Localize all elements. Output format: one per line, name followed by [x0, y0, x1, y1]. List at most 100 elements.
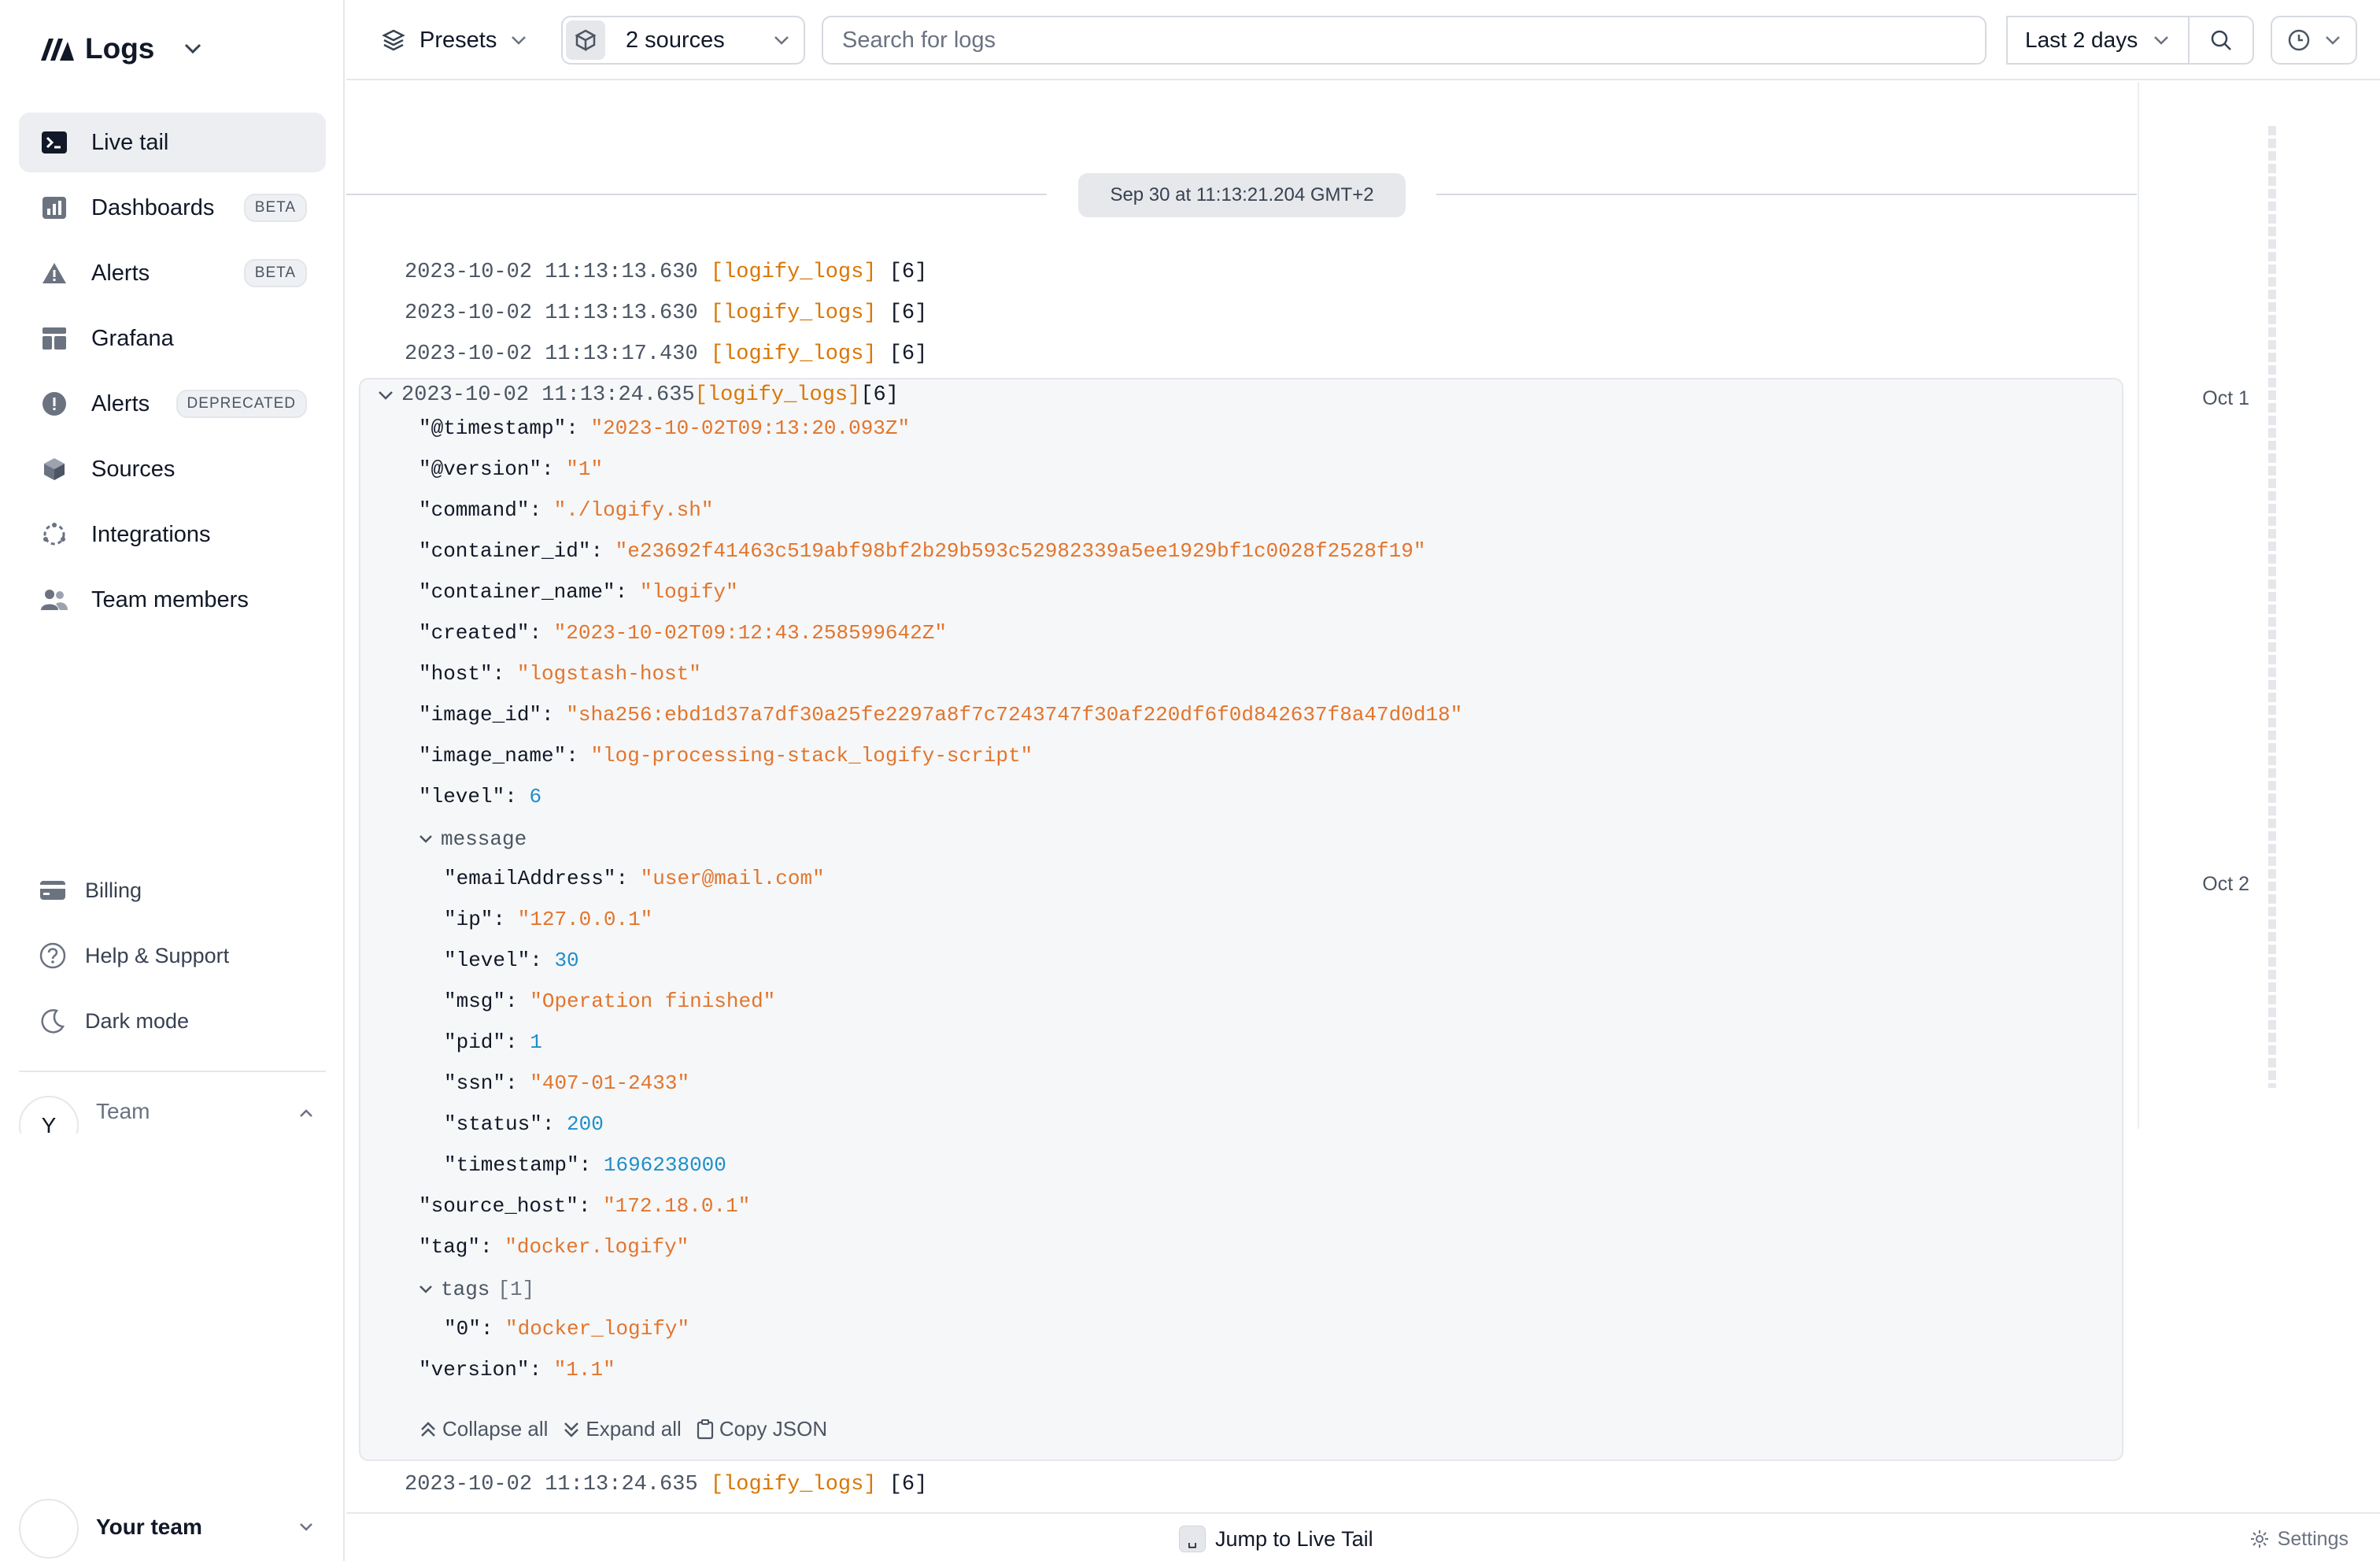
chevron-down-icon [419, 1285, 432, 1293]
nav-item-billing[interactable]: Billing [19, 860, 326, 920]
clipboard-icon [697, 1419, 713, 1439]
your-team-switcher[interactable]: Your team [19, 1496, 326, 1559]
json-field[interactable]: "ssn": "407-01-2433" [444, 1067, 689, 1099]
json-key: "@timestamp" [419, 416, 567, 440]
jump-label: Jump to Live Tail [1215, 1526, 1373, 1551]
json-field[interactable]: "emailAddress": "user@mail.com" [444, 863, 825, 894]
json-key: "version" [419, 1358, 530, 1382]
json-key: "created" [419, 621, 530, 645]
bar-chart-icon [39, 193, 69, 223]
json-field[interactable]: "host": "logstash-host" [419, 658, 701, 690]
nav-label: Dashboards [91, 194, 215, 220]
nav-item-help[interactable]: Help & Support [19, 926, 326, 986]
nav-item-sources[interactable]: Sources [19, 439, 326, 499]
beta-badge: BETA [243, 259, 307, 287]
clock-icon [2288, 29, 2310, 51]
json-field[interactable]: "level": 6 [419, 781, 541, 812]
dark-mode-toggle[interactable]: Dark mode [19, 991, 326, 1051]
expanded-log-header[interactable]: 2023-10-02 11:13:24.635 [logify_logs] [6… [378, 379, 899, 411]
team-label: Team [96, 1099, 150, 1123]
nav-label: Help & Support [85, 943, 230, 967]
json-field[interactable]: "timestamp": 1696238000 [444, 1149, 726, 1181]
timeline-gutter: Oct 1 Oct 2 [2138, 82, 2380, 1129]
brand-name: Logs [85, 32, 155, 65]
json-value: "docker.logify" [504, 1235, 689, 1259]
chevron-down-icon [419, 835, 432, 843]
nav-item-team-members[interactable]: Team members [19, 570, 326, 630]
json-key: "image_id" [419, 703, 542, 727]
sidebar: Logs Live tail Dashboards BETA Alerts BE… [0, 0, 345, 1561]
log-line[interactable]: 2023-10-02 11:13:17.430 [logify_logs] [6… [405, 338, 927, 370]
json-field[interactable]: "created": "2023-10-02T09:12:43.25859964… [419, 617, 947, 649]
json-colon: : [505, 989, 530, 1013]
json-field[interactable]: "level": 30 [444, 945, 579, 976]
json-field[interactable]: "image_name": "log-processing-stack_logi… [419, 740, 1033, 771]
json-field[interactable]: "pid": 1 [444, 1026, 542, 1058]
timeline-scrubber[interactable] [2268, 126, 2276, 1088]
presets-dropdown[interactable]: Presets [382, 17, 527, 63]
chevron-down-icon [379, 391, 393, 400]
json-field[interactable]: "0": "docker_logify" [444, 1313, 689, 1345]
log-stream: Sep 30 at 11:13:21.204 GMT+2 2023-10-02 … [346, 82, 2138, 1513]
json-colon: : [504, 785, 530, 808]
nav-item-live-tail[interactable]: Live tail [19, 113, 326, 172]
json-group-message[interactable]: message [419, 822, 527, 853]
log-line[interactable]: 2023-10-02 11:13:24.635 [logify_logs] [6… [405, 1469, 927, 1500]
help-circle-icon [38, 941, 68, 971]
json-group-label: message [441, 827, 527, 851]
json-colon: : [578, 1153, 604, 1177]
refresh-interval-dropdown[interactable] [2271, 16, 2357, 65]
json-key: "emailAddress" [444, 867, 616, 890]
nav-item-alerts-deprecated[interactable]: Alerts DEPRECATED [19, 374, 326, 434]
json-colon: : [590, 539, 615, 563]
json-key: "container_name" [419, 580, 615, 604]
json-field[interactable]: "@timestamp": "2023-10-02T09:13:20.093Z" [419, 412, 910, 444]
json-colon: : [492, 662, 517, 686]
json-field[interactable]: "ip": "127.0.0.1" [444, 904, 652, 935]
nav-item-integrations[interactable]: Integrations [19, 505, 326, 564]
collapse-all-button[interactable]: Collapse all [419, 1417, 548, 1441]
json-field[interactable]: "source_host": "172.18.0.1" [419, 1190, 750, 1222]
sources-dropdown[interactable]: 2 sources [561, 16, 805, 65]
json-field[interactable]: "container_id": "e23692f41463c519abf98bf… [419, 535, 1425, 567]
json-key: "0" [444, 1317, 481, 1341]
json-colon: : [566, 416, 591, 440]
json-colon: : [615, 580, 640, 604]
chevron-down-icon [2154, 36, 2168, 45]
gear-icon [2250, 1530, 2268, 1548]
expand-all-button[interactable]: Expand all [562, 1417, 682, 1441]
json-field[interactable]: "version": "1.1" [419, 1354, 615, 1385]
presets-label: Presets [419, 27, 497, 53]
copy-json-button[interactable]: Copy JSON [696, 1417, 827, 1441]
search-input[interactable] [842, 27, 1985, 54]
jump-to-live-tail-button[interactable]: ␣ Jump to Live Tail [1179, 1523, 1373, 1555]
deprecated-badge: DEPRECATED [176, 390, 307, 418]
json-value: "sha256:ebd1d37a7df30a25fe2297a8f7c72437… [566, 703, 1463, 727]
users-icon [39, 585, 69, 615]
search-button[interactable] [2188, 16, 2254, 65]
json-field[interactable]: "@version": "1" [419, 453, 603, 485]
log-line[interactable]: 2023-10-02 11:13:13.630 [logify_logs] [6… [405, 257, 927, 288]
brand-switcher[interactable]: Logs [39, 30, 201, 68]
alert-circle-icon [39, 389, 69, 419]
json-colon: : [529, 1358, 554, 1382]
top-bar: Presets 2 sources Last 2 days [346, 0, 2380, 80]
json-field[interactable]: "msg": "Operation finished" [444, 986, 775, 1017]
json-field[interactable]: "command": "./logify.sh" [419, 494, 714, 526]
nav-item-alerts[interactable]: Alerts BETA [19, 243, 326, 303]
json-value: 6 [529, 785, 542, 808]
json-field[interactable]: "tag": "docker.logify" [419, 1231, 689, 1263]
settings-button[interactable]: Settings [2249, 1523, 2349, 1555]
collapse-all-label: Collapse all [442, 1417, 549, 1441]
log-line[interactable]: 2023-10-02 11:13:13.630 [logify_logs] [6… [405, 298, 927, 329]
time-range-dropdown[interactable]: Last 2 days [2006, 16, 2188, 65]
nav-item-grafana[interactable]: Grafana [19, 309, 326, 368]
json-group-tags[interactable]: tags [1] [419, 1272, 534, 1304]
json-field[interactable]: "container_name": "logify" [419, 576, 738, 608]
json-field[interactable]: "image_id": "sha256:ebd1d37a7df30a25fe22… [419, 699, 1462, 731]
nav-item-dashboards[interactable]: Dashboards BETA [19, 178, 326, 238]
json-field[interactable]: "status": 200 [444, 1108, 604, 1140]
secondary-nav: Billing Help & Support Dark mode [19, 860, 326, 1056]
nav-label: Billing [85, 878, 142, 902]
log-level: [6] [860, 383, 899, 407]
